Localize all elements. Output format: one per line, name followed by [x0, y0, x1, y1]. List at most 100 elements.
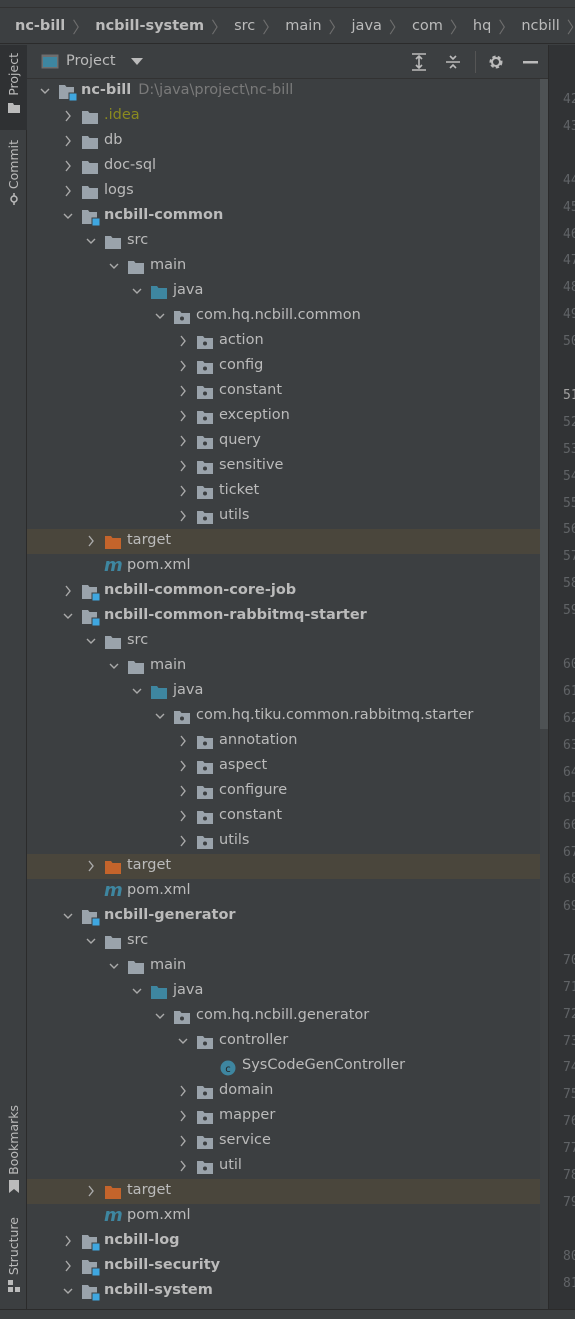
chevron-down-icon[interactable] [86, 935, 96, 947]
tree-item[interactable]: m pom.xml [27, 879, 540, 904]
chevron-down-icon[interactable] [109, 260, 119, 272]
tree-item[interactable]: .idea [27, 104, 540, 129]
gear-icon[interactable] [488, 54, 504, 70]
tree-item[interactable]: target [27, 529, 540, 554]
breadcrumb-item[interactable]: ncbill-system [95, 18, 204, 34]
tree-item[interactable]: java [27, 979, 540, 1004]
chevron-right-icon[interactable] [178, 335, 188, 347]
tree-item[interactable]: logs [27, 179, 540, 204]
chevron-right-icon[interactable] [178, 485, 188, 497]
tree-item[interactable]: target [27, 1179, 540, 1204]
tree-item[interactable]: doc-sql [27, 154, 540, 179]
tree-item[interactable]: main [27, 654, 540, 679]
chevron-right-icon[interactable] [86, 535, 96, 547]
tab-project[interactable]: Project [0, 45, 27, 130]
tree-item[interactable]: sensitive [27, 454, 540, 479]
chevron-right-icon[interactable] [178, 1135, 188, 1147]
chevron-down-icon[interactable] [132, 285, 142, 297]
chevron-right-icon[interactable] [63, 585, 73, 597]
chevron-right-icon[interactable] [63, 135, 73, 147]
tree-item[interactable]: utils [27, 829, 540, 854]
tree-item[interactable]: java [27, 679, 540, 704]
tree-item[interactable]: utils [27, 504, 540, 529]
tree-item[interactable]: annotation [27, 729, 540, 754]
tree-item[interactable]: src [27, 229, 540, 254]
tree-item[interactable]: ncbill-common-rabbitmq-starter [27, 604, 540, 629]
breadcrumb-item[interactable]: main [285, 18, 321, 34]
chevron-down-icon[interactable] [155, 310, 165, 322]
chevron-right-icon[interactable] [178, 510, 188, 522]
tree-item[interactable]: com.hq.ncbill.common [27, 304, 540, 329]
minimize-icon[interactable] [523, 61, 538, 64]
tab-structure[interactable]: Structure [0, 1217, 27, 1302]
chevron-down-icon[interactable] [63, 1285, 73, 1297]
tree-item[interactable]: ncbill-generator [27, 904, 540, 929]
chevron-down-icon[interactable] [63, 610, 73, 622]
tree-item[interactable]: action [27, 329, 540, 354]
chevron-right-icon[interactable] [178, 1160, 188, 1172]
tree-item[interactable]: constant [27, 804, 540, 829]
chevron-right-icon[interactable] [178, 435, 188, 447]
chevron-right-icon[interactable] [178, 735, 188, 747]
tree-item[interactable]: ncbill-log [27, 1229, 540, 1254]
tree-item[interactable]: config [27, 354, 540, 379]
chevron-down-icon[interactable] [109, 960, 119, 972]
chevron-right-icon[interactable] [178, 810, 188, 822]
tree-item[interactable]: main [27, 254, 540, 279]
tree-item[interactable]: ncbill-common [27, 204, 540, 229]
breadcrumb-item[interactable]: src [234, 18, 255, 34]
tree-item[interactable]: exception [27, 404, 540, 429]
tree-item[interactable]: configure [27, 779, 540, 804]
chevron-right-icon[interactable] [63, 1235, 73, 1247]
tree-item[interactable]: query [27, 429, 540, 454]
chevron-down-icon[interactable] [109, 660, 119, 672]
tab-commit[interactable]: Commit [0, 140, 27, 220]
breadcrumb-item[interactable]: com [412, 18, 443, 34]
chevron-right-icon[interactable] [178, 835, 188, 847]
tab-bookmarks[interactable]: Bookmarks [0, 1105, 27, 1195]
tree-item[interactable]: target [27, 854, 540, 879]
tree-item[interactable]: java [27, 279, 540, 304]
tree-item[interactable]: mapper [27, 1104, 540, 1129]
tree-item[interactable]: service [27, 1129, 540, 1154]
chevron-down-icon[interactable] [178, 1035, 188, 1047]
chevron-down-icon[interactable] [40, 85, 50, 97]
chevron-right-icon[interactable] [63, 160, 73, 172]
chevron-down-icon[interactable] [155, 710, 165, 722]
chevron-right-icon[interactable] [86, 860, 96, 872]
tree-item[interactable]: controller [27, 1029, 540, 1054]
breadcrumb-item[interactable]: ncbill [521, 18, 559, 34]
chevron-down-icon[interactable] [132, 685, 142, 697]
chevron-right-icon[interactable] [178, 785, 188, 797]
chevron-right-icon[interactable] [63, 1260, 73, 1272]
breadcrumb-item[interactable]: nc-bill [15, 18, 65, 34]
chevron-right-icon[interactable] [63, 185, 73, 197]
chevron-down-icon[interactable] [86, 635, 96, 647]
chevron-down-icon[interactable] [86, 235, 96, 247]
chevron-down-icon[interactable] [132, 985, 142, 997]
tree-item[interactable]: ncbill-common-core-job [27, 579, 540, 604]
tree-item[interactable]: main [27, 954, 540, 979]
chevron-down-icon[interactable] [131, 58, 143, 66]
tree-item[interactable]: m pom.xml [27, 1204, 540, 1229]
tree-item[interactable]: nc-bill D:\java\project\nc-bill [27, 79, 540, 104]
chevron-right-icon[interactable] [178, 460, 188, 472]
tree-item[interactable]: aspect [27, 754, 540, 779]
tree-item[interactable]: ncbill-security [27, 1254, 540, 1279]
collapse-all-icon[interactable] [445, 53, 461, 71]
chevron-right-icon[interactable] [63, 110, 73, 122]
chevron-right-icon[interactable] [178, 385, 188, 397]
chevron-right-icon[interactable] [178, 1110, 188, 1122]
scrollbar-thumb[interactable] [540, 79, 548, 729]
tree-item[interactable]: com.hq.tiku.common.rabbitmq.starter [27, 704, 540, 729]
tree-item[interactable]: ncbill-system [27, 1279, 540, 1304]
tree-item[interactable]: domain [27, 1079, 540, 1104]
breadcrumb-item[interactable]: hq [473, 18, 491, 34]
tree-scrollbar[interactable] [540, 79, 548, 1309]
chevron-down-icon[interactable] [63, 910, 73, 922]
tree-item[interactable]: c SysCodeGenController [27, 1054, 540, 1079]
tree-item[interactable]: com.hq.ncbill.generator [27, 1004, 540, 1029]
chevron-right-icon[interactable] [178, 360, 188, 372]
tree-item[interactable]: src [27, 929, 540, 954]
tree-item[interactable]: constant [27, 379, 540, 404]
